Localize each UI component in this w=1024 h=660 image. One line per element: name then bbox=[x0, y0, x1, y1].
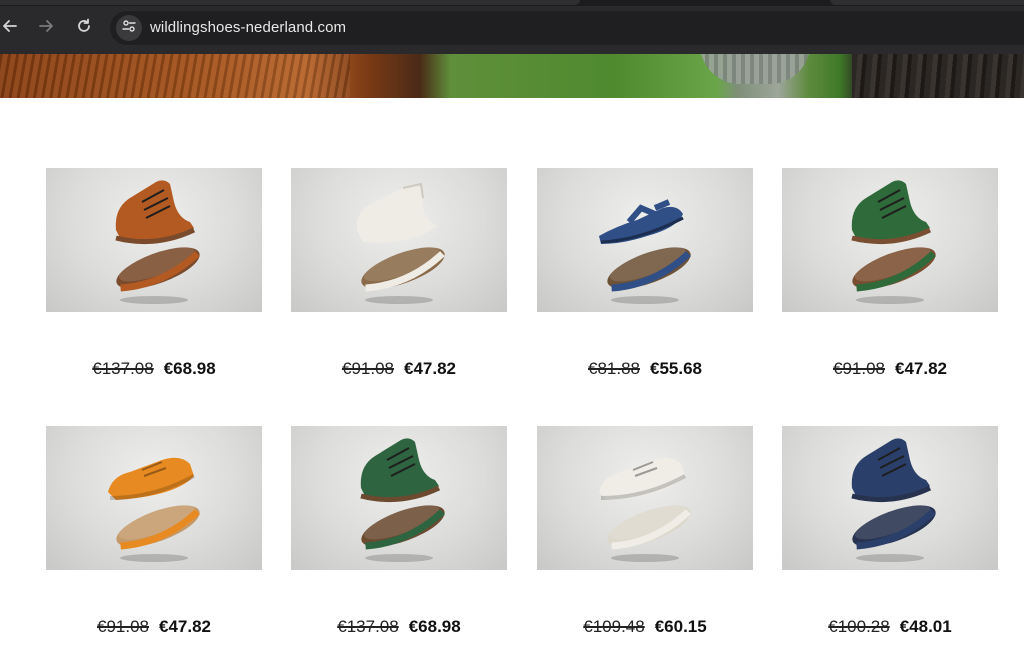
address-bar[interactable]: wildlingshoes-nederland.com bbox=[110, 11, 1024, 45]
hero-shoe-sole bbox=[700, 54, 810, 84]
price-row: €137.08 €68.98 bbox=[46, 359, 262, 379]
product-image[interactable] bbox=[537, 168, 753, 312]
sale-price: €68.98 bbox=[408, 617, 461, 636]
original-price: €91.08 bbox=[97, 617, 149, 636]
original-price: €109.48 bbox=[583, 617, 645, 636]
forward-button[interactable] bbox=[32, 14, 60, 42]
price-row: €109.48 €60.15 bbox=[537, 617, 753, 637]
site-settings-button[interactable] bbox=[116, 15, 142, 41]
original-price: €81.88 bbox=[588, 359, 640, 378]
browser-tab[interactable] bbox=[0, 0, 580, 5]
product-card[interactable]: €81.88 €55.68 bbox=[537, 168, 753, 383]
sale-price: €47.82 bbox=[404, 359, 456, 378]
original-price: €137.08 bbox=[92, 359, 154, 378]
site-settings-icon bbox=[122, 19, 136, 38]
price-row: €91.08 €47.82 bbox=[46, 617, 262, 637]
browser-toolbar: wildlingshoes-nederland.com bbox=[0, 0, 1024, 54]
sale-price: €47.82 bbox=[895, 359, 947, 378]
product-card[interactable]: €137.08 €68.98 bbox=[46, 168, 262, 383]
back-arrow-icon bbox=[2, 18, 18, 39]
hero-banner-image bbox=[0, 54, 1024, 98]
hero-tree-bark bbox=[852, 54, 1024, 98]
product-card[interactable]: €100.28 €48.01 bbox=[782, 426, 998, 641]
forward-arrow-icon bbox=[38, 18, 54, 39]
original-price: €91.08 bbox=[342, 359, 394, 378]
price-row: €91.08 €47.82 bbox=[291, 359, 507, 379]
product-card[interactable]: €91.08 €47.82 bbox=[291, 168, 507, 383]
product-image[interactable] bbox=[46, 426, 262, 570]
reload-button[interactable] bbox=[70, 14, 98, 42]
product-image[interactable] bbox=[291, 168, 507, 312]
sale-price: €47.82 bbox=[159, 617, 211, 636]
back-button[interactable] bbox=[0, 14, 24, 42]
price-row: €137.08 €68.98 bbox=[291, 617, 507, 637]
original-price: €100.28 bbox=[828, 617, 890, 636]
sale-price: €55.68 bbox=[650, 359, 702, 378]
price-row: €91.08 €47.82 bbox=[782, 359, 998, 379]
product-image[interactable] bbox=[782, 426, 998, 570]
product-image[interactable] bbox=[46, 168, 262, 312]
original-price: €91.08 bbox=[833, 359, 885, 378]
product-card[interactable]: €91.08 €47.82 bbox=[782, 168, 998, 383]
reload-icon bbox=[76, 18, 92, 39]
product-image[interactable] bbox=[537, 426, 753, 570]
product-card[interactable]: €137.08 €68.98 bbox=[291, 426, 507, 641]
product-image[interactable] bbox=[782, 168, 998, 312]
price-row: €81.88 €55.68 bbox=[537, 359, 753, 379]
hero-knit-texture bbox=[0, 54, 350, 98]
sale-price: €60.15 bbox=[654, 617, 707, 636]
price-row: €100.28 €48.01 bbox=[782, 617, 998, 637]
sale-price: €68.98 bbox=[163, 359, 216, 378]
sale-price: €48.01 bbox=[899, 617, 952, 636]
product-card[interactable]: €91.08 €47.82 bbox=[46, 426, 262, 641]
product-card[interactable]: €109.48 €60.15 bbox=[537, 426, 753, 641]
url-text[interactable]: wildlingshoes-nederland.com bbox=[150, 19, 346, 36]
browser-tab[interactable] bbox=[830, 0, 1024, 5]
original-price: €137.08 bbox=[337, 617, 399, 636]
product-image[interactable] bbox=[291, 426, 507, 570]
